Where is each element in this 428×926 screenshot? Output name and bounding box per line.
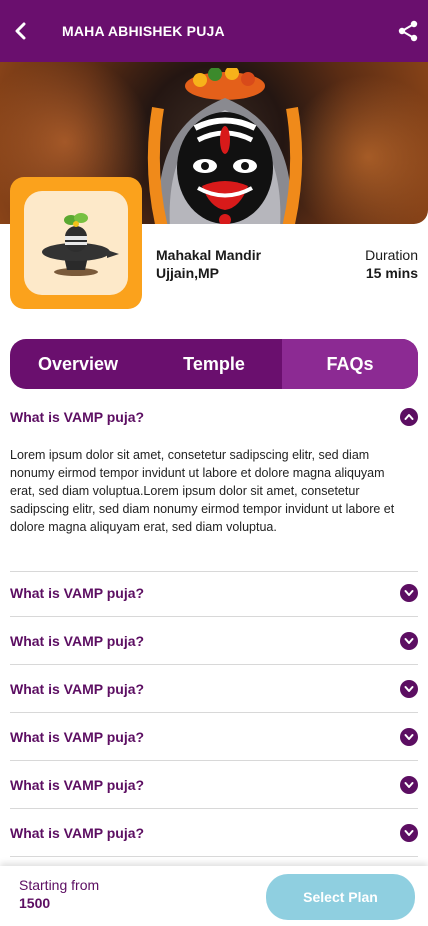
duration-label: Duration (365, 247, 418, 263)
share-button[interactable] (396, 19, 420, 43)
tab-bar: Overview Temple FAQs (10, 339, 418, 389)
faq-question-text: What is VAMP puja? (10, 585, 145, 601)
faq-question-text: What is VAMP puja? (10, 729, 145, 745)
footer-bar: Starting from 1500 Select Plan (0, 866, 428, 926)
top-bar: MAHA ABHISHEK PUJA (0, 0, 428, 62)
chevron-down-icon[interactable] (400, 680, 418, 698)
chevron-down-icon[interactable] (400, 824, 418, 842)
chevron-down-icon[interactable] (400, 776, 418, 794)
divider (10, 808, 418, 809)
back-button[interactable] (0, 0, 40, 62)
starting-from-label: Starting from (19, 877, 100, 893)
faq-question-1[interactable]: What is VAMP puja? (10, 405, 418, 429)
faq-question-text: What is VAMP puja? (10, 825, 145, 841)
divider (10, 856, 418, 857)
faq-question-text: What is VAMP puja? (10, 409, 145, 425)
faq-question-6[interactable]: What is VAMP puja? (10, 773, 418, 797)
chevron-up-icon[interactable] (400, 408, 418, 426)
tab-temple[interactable]: Temple (146, 339, 282, 389)
duration-value: 15 mins (365, 265, 418, 281)
divider (10, 760, 418, 761)
faq-question-text: What is VAMP puja? (10, 633, 145, 649)
faq-question-text: What is VAMP puja? (10, 681, 145, 697)
share-icon (398, 20, 418, 42)
chevron-down-icon[interactable] (400, 632, 418, 650)
faq-question-5[interactable]: What is VAMP puja? (10, 725, 418, 749)
faq-question-2[interactable]: What is VAMP puja? (10, 581, 418, 605)
faq-question-4[interactable]: What is VAMP puja? (10, 677, 418, 701)
chevron-down-icon[interactable] (400, 584, 418, 602)
divider (10, 664, 418, 665)
tab-overview[interactable]: Overview (10, 339, 146, 389)
temple-city: Ujjain,MP (156, 265, 220, 281)
tab-faqs[interactable]: FAQs (282, 339, 418, 389)
faq-answer-1: Lorem ipsum dolor sit amet, consetetur s… (10, 448, 395, 534)
divider (10, 616, 418, 617)
deity-image (147, 68, 303, 224)
divider (10, 712, 418, 713)
faq-question-3[interactable]: What is VAMP puja? (10, 629, 418, 653)
chevron-left-icon (15, 22, 26, 40)
divider (10, 571, 418, 572)
select-plan-button[interactable]: Select Plan (266, 874, 415, 920)
faq-question-7[interactable]: What is VAMP puja? (10, 821, 418, 845)
temple-name: Mahakal Mandir (156, 247, 262, 263)
starting-price: 1500 (19, 895, 51, 911)
page-title: MAHA ABHISHEK PUJA (62, 23, 225, 39)
shivling-icon (42, 213, 119, 276)
faq-question-text: What is VAMP puja? (10, 777, 145, 793)
puja-thumbnail (10, 177, 142, 309)
chevron-down-icon[interactable] (400, 728, 418, 746)
